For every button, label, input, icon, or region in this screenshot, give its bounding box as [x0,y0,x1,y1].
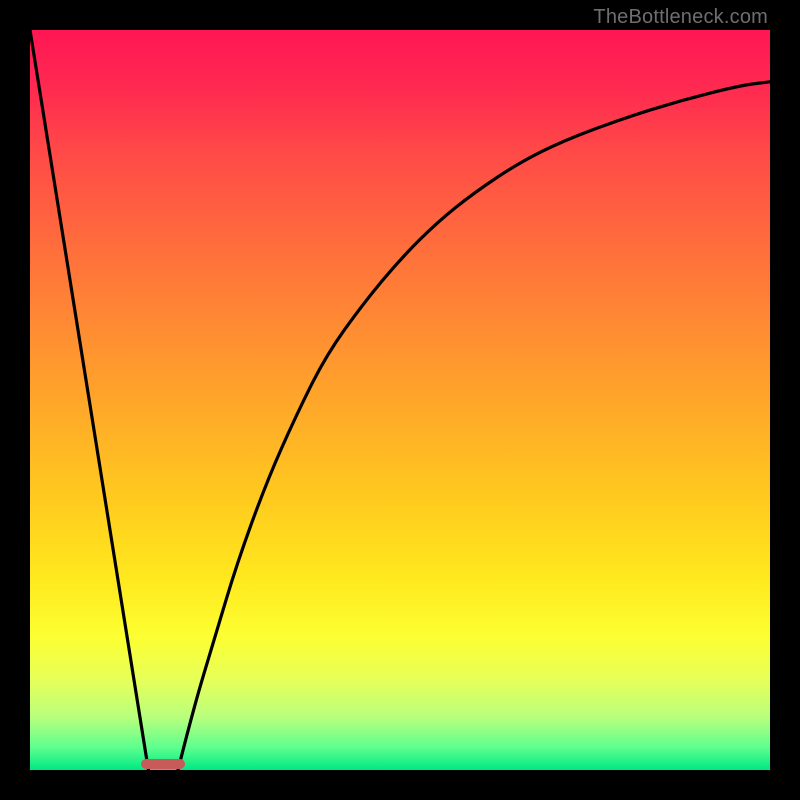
chart-frame: TheBottleneck.com [0,0,800,800]
plot-area [30,30,770,770]
bottleneck-marker-bar [141,759,185,769]
watermark-text: TheBottleneck.com [593,6,768,29]
left-line-segment [30,30,148,770]
curve-layer [30,30,770,770]
right-curve [178,82,770,770]
